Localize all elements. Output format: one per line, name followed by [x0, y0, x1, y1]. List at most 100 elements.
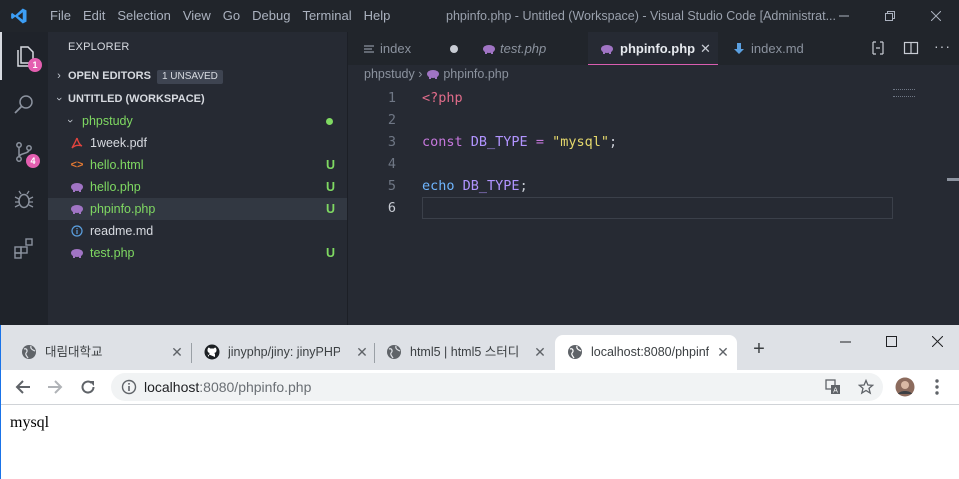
code-line: <?php [422, 90, 463, 106]
tab-close-icon[interactable]: ✕ [169, 344, 185, 360]
browser-tab-active[interactable]: localhost:8080/phpinfo ✕ [555, 335, 737, 370]
tab-close-icon[interactable]: ✕ [532, 344, 548, 360]
browser-minimize-button[interactable] [822, 325, 868, 357]
file-item[interactable]: readme.md [48, 220, 347, 242]
scrollbar-thumb[interactable] [947, 178, 959, 181]
tab-index-md[interactable]: index.md [718, 32, 828, 65]
browser-tab[interactable]: 대림대학교 ✕ [9, 335, 189, 370]
reload-button[interactable] [74, 373, 102, 401]
current-line-highlight [422, 197, 893, 219]
maximize-icon [885, 335, 897, 347]
more-actions-icon[interactable]: ··· [934, 38, 951, 54]
forward-button[interactable] [41, 373, 69, 401]
explorer-sidebar: EXPLORER › OPEN EDITORS 1 UNSAVED › UNTIT… [48, 32, 348, 325]
folder-phpstudy[interactable]: › phpstudy [48, 110, 347, 132]
search-activity[interactable] [0, 80, 48, 128]
menu-terminal[interactable]: Terminal [296, 0, 357, 32]
star-icon[interactable] [858, 379, 874, 395]
line-number: 5 [387, 178, 396, 194]
arrow-right-icon [48, 380, 63, 394]
open-editors-label: OPEN EDITORS 1 UNSAVED [68, 65, 223, 87]
line-number: 1 [387, 90, 396, 106]
chevron-right-icon: › [57, 70, 61, 82]
chevron-down-icon: › [53, 97, 65, 101]
php-icon [70, 198, 84, 220]
restore-button[interactable] [867, 0, 913, 32]
vscode-logo-icon [11, 8, 27, 24]
breadcrumb-file[interactable]: phpinfo.php [443, 67, 508, 81]
open-editors-section[interactable]: › OPEN EDITORS 1 UNSAVED [48, 65, 347, 87]
tab-label: index.md [751, 41, 804, 56]
php-icon [482, 32, 496, 65]
tab-close-icon[interactable]: ✕ [715, 344, 731, 360]
workspace-label: UNTITLED (WORKSPACE) [68, 93, 205, 105]
translate-icon[interactable]: A [825, 379, 841, 395]
browser-tab[interactable]: jinyphp/jiny: jinyPHP ✕ [192, 335, 374, 370]
address-bar[interactable]: localhost:8080/phpinfo.php A [111, 373, 883, 401]
tab-title: localhost:8080/phpinfo [591, 345, 709, 359]
tab-close-icon[interactable]: ✕ [700, 32, 711, 65]
file-item[interactable]: test.php U [48, 242, 347, 264]
explorer-badge: 1 [28, 58, 42, 72]
menu-file[interactable]: File [44, 0, 77, 32]
compare-changes-icon[interactable] [870, 40, 886, 56]
profile-avatar[interactable] [891, 373, 919, 401]
tab-phpinfo-php[interactable]: phpinfo.php ✕ [588, 32, 718, 65]
debug-activity[interactable] [0, 176, 48, 224]
info-icon [70, 220, 84, 242]
file-item[interactable]: hello.php U [48, 176, 347, 198]
menu-edit[interactable]: Edit [77, 0, 111, 32]
menu-view[interactable]: View [177, 0, 217, 32]
file-name: readme.md [90, 224, 154, 238]
git-status: U [325, 180, 335, 194]
split-editor-icon[interactable] [903, 40, 919, 56]
source-control-activity[interactable]: 4 [0, 128, 48, 176]
browser-maximize-button[interactable] [868, 325, 914, 357]
close-button[interactable] [913, 0, 959, 32]
browser-window: 대림대학교 ✕ jinyphp/jiny: jinyPHP ✕ html5 | … [0, 325, 959, 479]
tab-title: jinyphp/jiny: jinyPHP [228, 345, 340, 359]
browser-tab[interactable]: html5 | html5 스터디 ✕ [374, 335, 554, 370]
html-icon: <> [70, 159, 84, 171]
minimize-button[interactable] [821, 0, 867, 32]
file-name: 1week.pdf [90, 136, 147, 150]
plus-icon: + [753, 338, 765, 360]
line-number: 6 [387, 200, 396, 216]
tab-close-icon[interactable]: ✕ [354, 344, 370, 360]
download-icon [734, 32, 744, 65]
file-item[interactable]: 1week.pdf [48, 132, 347, 154]
close-icon [931, 11, 941, 21]
menu-help[interactable]: Help [358, 0, 397, 32]
reload-icon [81, 380, 95, 394]
git-status: U [325, 246, 335, 260]
tab-index[interactable]: index [348, 32, 466, 65]
info-icon[interactable] [121, 379, 137, 395]
url-text[interactable]: localhost:8080/phpinfo.php [144, 373, 311, 401]
breadcrumb-folder[interactable]: phpstudy [364, 67, 415, 81]
back-button[interactable] [9, 373, 37, 401]
menu-bar: File Edit Selection View Go Debug Termin… [44, 0, 396, 32]
chrome-menu-button[interactable] [923, 373, 951, 401]
extensions-icon [14, 238, 33, 259]
new-tab-button[interactable]: + [749, 339, 769, 359]
tab-test-php[interactable]: test.php [466, 32, 588, 65]
tab-label: phpinfo.php [620, 41, 696, 56]
unsaved-dot-icon[interactable] [450, 45, 458, 53]
page-output: mysql [10, 414, 50, 431]
editor-tabs: index test.php phpinfo.php ✕ index.md ··… [348, 32, 959, 65]
menu-go[interactable]: Go [217, 0, 246, 32]
workspace-section[interactable]: › UNTITLED (WORKSPACE) [48, 88, 347, 110]
browser-close-button[interactable] [914, 325, 959, 357]
modified-dot-icon [326, 118, 333, 125]
minimap[interactable] [893, 89, 915, 97]
file-name: hello.html [90, 158, 144, 172]
explorer-activity[interactable]: 1 [0, 32, 48, 80]
file-item-selected[interactable]: phpinfo.php U [48, 198, 347, 220]
menu-debug[interactable]: Debug [246, 0, 296, 32]
menu-selection[interactable]: Selection [111, 0, 176, 32]
file-name: phpinfo.php [90, 202, 156, 216]
code-line: const DB_TYPE = "mysql"; [422, 134, 618, 150]
folder-label: phpstudy [82, 114, 133, 128]
extensions-activity[interactable] [0, 224, 48, 272]
file-item[interactable]: <> hello.html U [48, 154, 347, 176]
